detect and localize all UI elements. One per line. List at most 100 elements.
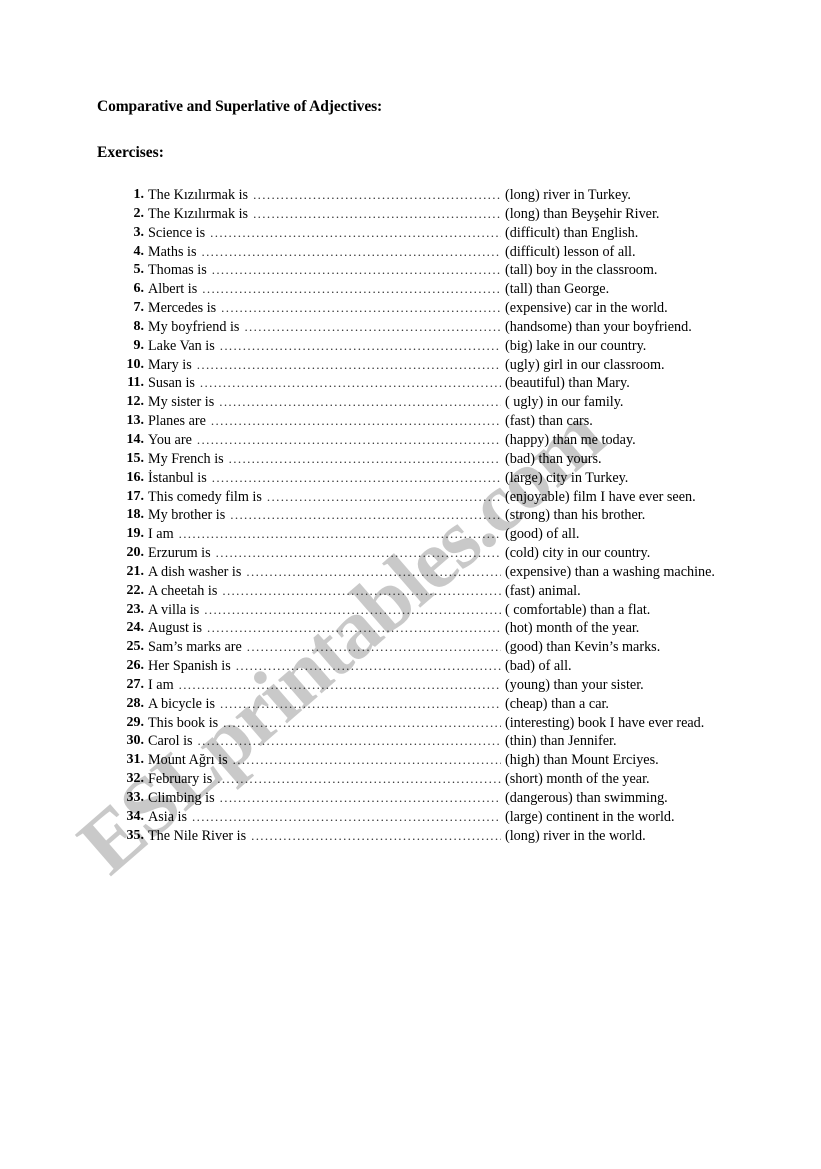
exercise-prompt: I am [148, 676, 174, 693]
exercise-prompt: İstanbul is [148, 469, 207, 486]
exercise-number: 2. [133, 205, 145, 221]
exercise-number: 8. [133, 318, 145, 334]
exercise-item: 22. A cheetah is.........................… [118, 582, 758, 601]
answer-blank-leader[interactable]: ........................................… [246, 563, 501, 582]
exercise-item: 3. Science is............................… [118, 224, 758, 243]
exercise-answer-cue: (tall) boy in the classroom. [505, 262, 658, 279]
exercise-number: 17. [126, 488, 145, 504]
exercise-item: 1. The Kızılırmak is.....................… [118, 186, 758, 205]
exercise-answer-cue: (fast) than cars. [505, 413, 593, 430]
exercise-number: 13. [126, 413, 145, 429]
answer-blank-leader[interactable]: ........................................… [247, 638, 501, 657]
answer-blank-leader[interactable]: ........................................… [200, 374, 501, 393]
exercise-number: 11. [127, 375, 144, 391]
answer-blank-leader[interactable]: ........................................… [207, 619, 501, 638]
exercise-answer-cue: (large) city in Turkey. [505, 469, 629, 486]
answer-blank-leader[interactable]: ........................................… [197, 431, 501, 450]
exercise-item: 25. Sam’s marks are......................… [118, 638, 758, 657]
exercise-prompt: Climbing is [148, 790, 215, 806]
exercise-prompt: Albert is [148, 281, 198, 298]
answer-blank-leader[interactable]: ........................................… [267, 488, 501, 507]
exercise-prompt: I am [148, 526, 174, 543]
exercise-answer-cue: (long) river in Turkey. [505, 187, 631, 203]
exercise-number: 7. [133, 300, 145, 316]
exercise-number: 10. [126, 356, 145, 372]
exercise-item: 8. My boyfriend is.......................… [118, 318, 758, 337]
exercise-answer-cue: (cold) city in our country. [505, 545, 651, 562]
exercise-number: 25. [126, 639, 145, 655]
answer-blank-leader[interactable]: ........................................… [223, 714, 501, 733]
answer-blank-leader[interactable]: ........................................… [220, 337, 501, 356]
answer-blank-leader[interactable]: ........................................… [251, 827, 501, 846]
answer-blank-leader[interactable]: ........................................… [201, 243, 501, 262]
exercise-item: 31. Mount Ağrı is........................… [118, 751, 758, 770]
answer-blank-leader[interactable]: ........................................… [220, 695, 501, 714]
exercise-item: 23. A villa is...........................… [118, 601, 758, 620]
answer-blank-leader[interactable]: ........................................… [217, 770, 501, 789]
exercise-item: 32. February is..........................… [118, 770, 758, 789]
answer-blank-leader[interactable]: ........................................… [179, 525, 501, 544]
exercise-prompt: A cheetah is [148, 582, 218, 599]
exercise-number: 18. [126, 507, 145, 523]
answer-blank-leader[interactable]: ........................................… [202, 280, 501, 299]
answer-blank-leader[interactable]: ........................................… [220, 789, 501, 808]
exercise-prompt: Science is [148, 224, 206, 241]
exercise-answer-cue: (hot) month of the year. [505, 620, 640, 637]
exercise-number: 28. [126, 695, 145, 711]
exercise-answer-cue: (happy) than me today. [505, 431, 636, 448]
exercise-prompt: Erzurum is [148, 545, 211, 562]
exercise-answer-cue: (large) continent in the world. [505, 808, 675, 825]
answer-blank-leader[interactable]: ........................................… [210, 224, 501, 243]
exercise-prompt: The Kızılırmak is [148, 205, 249, 222]
answer-blank-leader[interactable]: ........................................… [212, 261, 501, 280]
answer-blank-leader[interactable]: ........................................… [244, 318, 501, 337]
answer-blank-leader[interactable]: ........................................… [221, 299, 501, 318]
exercise-item: 20. Erzurum is...........................… [118, 544, 758, 563]
answer-blank-leader[interactable]: ........................................… [230, 506, 501, 525]
exercise-prompt: Mercedes is [148, 300, 217, 317]
answer-blank-leader[interactable]: ........................................… [253, 186, 501, 205]
exercise-prompt: Thomas is [148, 262, 207, 279]
answer-blank-leader[interactable]: ........................................… [192, 808, 501, 827]
exercise-prompt: Mount Ağrı is [148, 752, 228, 769]
exercise-prompt: My sister is [148, 394, 215, 411]
exercise-prompt: The Kızılırmak is [148, 187, 249, 203]
answer-blank-leader[interactable]: ........................................… [236, 657, 501, 676]
answer-blank-leader[interactable]: ........................................… [222, 582, 501, 601]
answer-blank-leader[interactable]: ........................................… [212, 469, 501, 488]
exercise-answer-cue: (handsome) than your boyfriend. [505, 318, 692, 335]
exercise-item: 34. Asia is..............................… [118, 808, 758, 827]
exercise-number: 9. [133, 337, 145, 353]
exercise-item: 18. My brother is........................… [118, 506, 758, 525]
exercises-heading: Exercises: [97, 144, 164, 161]
exercise-prompt: Maths is [148, 243, 197, 260]
exercise-prompt: My boyfriend is [148, 318, 240, 335]
page-title: Comparative and Superlative of Adjective… [97, 98, 383, 115]
answer-blank-leader[interactable]: ........................................… [197, 356, 501, 375]
answer-blank-leader[interactable]: ........................................… [233, 751, 501, 770]
exercise-prompt: Asia is [148, 808, 188, 825]
answer-blank-leader[interactable]: ........................................… [253, 205, 501, 224]
exercise-item: 13. Planes are...........................… [118, 412, 758, 431]
exercise-prompt: Carol is [148, 733, 193, 750]
answer-blank-leader[interactable]: ........................................… [204, 601, 501, 620]
exercise-answer-cue: ( comfortable) than a flat. [505, 601, 651, 618]
exercise-prompt: This comedy film is [148, 488, 262, 505]
exercise-answer-cue: (bad) than yours. [505, 450, 602, 467]
answer-blank-leader[interactable]: ........................................… [216, 544, 501, 563]
answer-blank-leader[interactable]: ........................................… [198, 732, 501, 751]
exercise-number: 35. [126, 827, 145, 843]
exercise-item: 10. Mary is..............................… [118, 356, 758, 375]
exercise-prompt: You are [148, 431, 192, 448]
exercise-answer-cue: (short) month of the year. [505, 771, 650, 788]
answer-blank-leader[interactable]: ........................................… [219, 393, 501, 412]
exercise-prompt: My brother is [148, 507, 226, 524]
exercise-prompt: The Nile River is [148, 827, 247, 844]
exercise-number: 19. [126, 526, 145, 542]
exercise-number: 12. [126, 394, 145, 410]
exercise-item: 27. I am.................................… [118, 676, 758, 695]
answer-blank-leader[interactable]: ........................................… [229, 450, 501, 469]
answer-blank-leader[interactable]: ........................................… [211, 412, 501, 431]
exercise-answer-cue: (thin) than Jennifer. [505, 733, 617, 750]
answer-blank-leader[interactable]: ........................................… [179, 676, 501, 695]
